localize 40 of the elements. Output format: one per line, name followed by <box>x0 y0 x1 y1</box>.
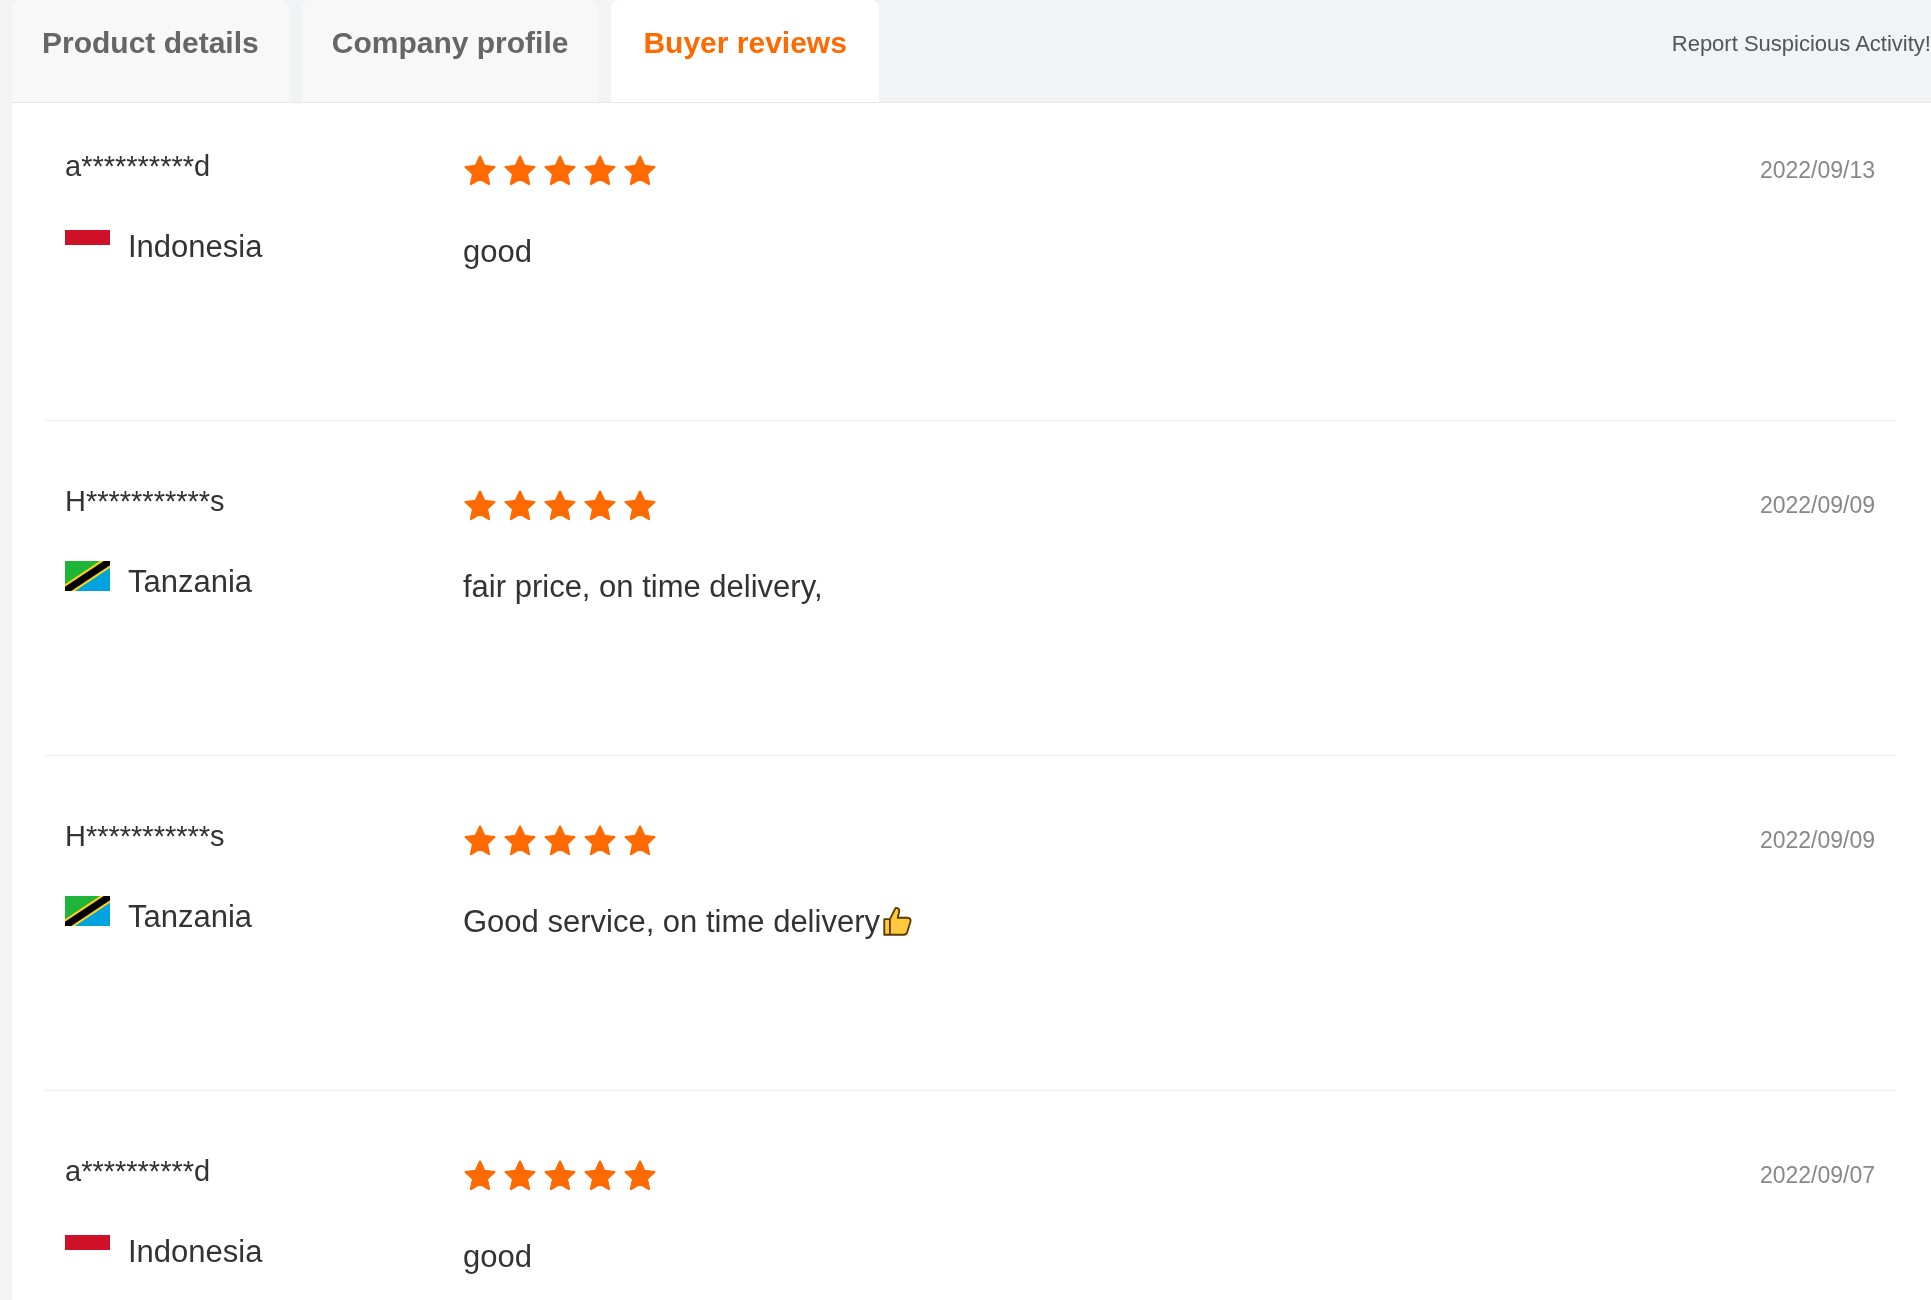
star-icon <box>543 824 577 858</box>
review-comment: fair price, on time delivery, <box>463 569 823 605</box>
star-icon <box>543 489 577 523</box>
star-icon <box>463 1159 497 1193</box>
star-icon <box>543 1159 577 1193</box>
country-name: Indonesia <box>128 229 263 265</box>
star-icon <box>623 1159 657 1193</box>
review-comment: Good service, on time delivery <box>463 904 880 940</box>
tab[interactable]: Product details <box>12 0 289 102</box>
buyer-name: a**********d <box>65 150 212 183</box>
star-icon <box>503 489 537 523</box>
buyer-name: H***********s <box>65 820 226 853</box>
country-name: Indonesia <box>128 1234 263 1270</box>
star-icon <box>503 154 537 188</box>
review-date: 2022/09/07 <box>1759 1162 1875 1190</box>
star-icon <box>503 1159 537 1193</box>
country-name: Tanzania <box>128 899 253 935</box>
review-date: 2022/09/09 <box>1759 492 1875 520</box>
review-date: 2022/09/09 <box>1759 827 1875 855</box>
tab[interactable]: Buyer reviews <box>611 0 879 102</box>
star-icon <box>463 824 497 858</box>
star-icon <box>583 1159 617 1193</box>
star-icon <box>503 824 537 858</box>
star-icon <box>583 824 617 858</box>
star-icon <box>543 154 577 188</box>
review-comment: good <box>463 1239 532 1275</box>
star-icon <box>583 489 617 523</box>
tab[interactable]: Company profile <box>301 0 599 102</box>
star-icon <box>583 154 617 188</box>
country-name: Tanzania <box>128 564 253 600</box>
review-comment: good <box>463 234 532 270</box>
report-link[interactable]: Report Suspicious Activity! <box>1671 31 1931 57</box>
star-icon <box>623 489 657 523</box>
star-icon <box>463 489 497 523</box>
buyer-name: a**********d <box>65 1155 212 1188</box>
star-icon <box>623 824 657 858</box>
buyer-name: H***********s <box>65 485 226 518</box>
star-icon <box>463 154 497 188</box>
star-icon <box>623 154 657 188</box>
review-date: 2022/09/13 <box>1759 157 1875 185</box>
